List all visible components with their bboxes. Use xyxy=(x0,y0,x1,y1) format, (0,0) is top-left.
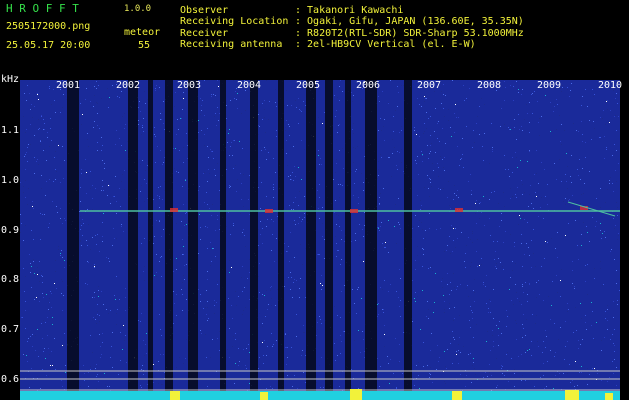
app-name: H R O F F T xyxy=(6,2,79,15)
y-tick-1-1: 1.1 xyxy=(1,125,20,136)
x-tick-2005: 2005 xyxy=(296,80,321,91)
y-tick-0-9: 0.9 xyxy=(1,225,20,236)
gap-band xyxy=(278,80,284,400)
level-peak xyxy=(260,392,268,400)
x-tick-2006: 2006 xyxy=(356,80,381,91)
hrofft-window: H R O F F T 1.0.0 2505172000.png 25.05.1… xyxy=(0,0,629,400)
x-tick-2007: 2007 xyxy=(417,80,442,91)
x-tick-2009: 2009 xyxy=(537,80,562,91)
level-peak xyxy=(565,390,579,400)
y-tick-0-8: 0.8 xyxy=(1,274,20,285)
app-version: 1.0.0 xyxy=(124,4,152,14)
x-tick-2010: 2010 xyxy=(598,80,623,91)
receiver-label: Receiver xyxy=(180,28,229,39)
y-tick-0-6: 0.6 xyxy=(1,374,20,385)
level-peak xyxy=(452,391,462,400)
gap-band xyxy=(404,80,412,400)
gap-band xyxy=(128,80,138,400)
y-tick-0-7: 0.7 xyxy=(1,324,20,335)
gap-band xyxy=(306,80,316,400)
gap-band xyxy=(250,80,258,400)
spectrogram xyxy=(20,80,620,400)
x-tick-2001: 2001 xyxy=(56,80,81,91)
x-tick-2004: 2004 xyxy=(237,80,262,91)
gap-band xyxy=(345,80,351,400)
location-label: Receiving Location xyxy=(180,16,289,27)
level-strip xyxy=(20,391,620,400)
meteor-echo xyxy=(170,208,178,212)
x-tick-2008: 2008 xyxy=(477,80,502,91)
level-peak xyxy=(350,389,362,400)
y-axis-unit: kHz xyxy=(1,74,20,85)
gap-band xyxy=(165,80,173,400)
noise-background xyxy=(20,80,620,400)
receiver-value: : R820T2(RTL-SDR) SDR-Sharp 53.1000MHz xyxy=(295,28,524,39)
gap-band xyxy=(188,80,198,400)
antenna-label: Receiving antenna xyxy=(180,39,283,50)
level-peak xyxy=(170,391,180,400)
meteor-echo xyxy=(455,208,463,212)
meteor-count: 55 xyxy=(138,40,151,51)
meteor-label: meteor xyxy=(124,27,161,38)
location-value: : Ogaki, Gifu, JAPAN (136.60E, 35.35N) xyxy=(295,16,524,27)
observer-value: : Takanori Kawachi xyxy=(295,5,404,16)
meteor-echo xyxy=(350,209,358,213)
level-peak xyxy=(605,393,613,400)
y-tick-1-0: 1.0 xyxy=(1,175,20,186)
datetime: 25.05.17 20:00 xyxy=(6,40,91,51)
x-tick-2003: 2003 xyxy=(177,80,202,91)
gap-band xyxy=(325,80,333,400)
gap-band xyxy=(148,80,153,400)
filename: 2505172000.png xyxy=(6,21,91,32)
x-tick-2002: 2002 xyxy=(116,80,141,91)
gap-band xyxy=(365,80,377,400)
gap-band xyxy=(67,80,79,400)
meteor-echo xyxy=(265,209,273,213)
gap-band xyxy=(220,80,226,400)
observer-label: Observer xyxy=(180,5,229,16)
antenna-value: : 2el-HB9CV Vertical (el. E-W) xyxy=(295,39,476,50)
